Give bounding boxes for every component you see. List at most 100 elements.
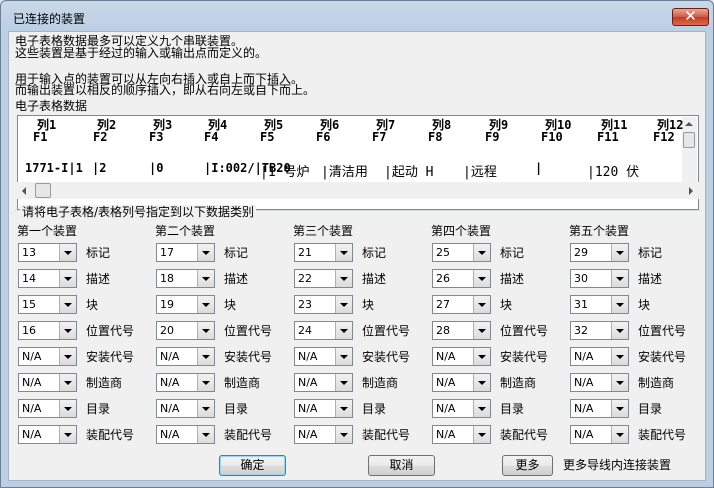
grid-cell[interactable]: |: [535, 161, 542, 175]
column-select[interactable]: 14: [18, 269, 77, 288]
column-select[interactable]: N/A: [156, 399, 215, 418]
scroll-left-icon[interactable]: [22, 187, 26, 195]
column-select[interactable]: 17: [156, 243, 215, 262]
chevron-down-icon[interactable]: [197, 400, 214, 417]
chevron-down-icon[interactable]: [59, 348, 76, 365]
column-select[interactable]: N/A: [294, 347, 353, 366]
column-select[interactable]: 25: [432, 243, 491, 262]
column-select[interactable]: 26: [432, 269, 491, 288]
chevron-down-icon[interactable]: [335, 244, 352, 261]
column-select[interactable]: N/A: [18, 347, 77, 366]
vertical-scrollbar[interactable]: [682, 117, 697, 192]
grid-cell[interactable]: |2: [92, 161, 106, 175]
column-select[interactable]: 31: [570, 295, 629, 314]
chevron-down-icon[interactable]: [473, 426, 490, 443]
chevron-down-icon[interactable]: [611, 322, 628, 339]
column-select[interactable]: 16: [18, 321, 77, 340]
chevron-down-icon[interactable]: [197, 348, 214, 365]
chevron-down-icon[interactable]: [197, 270, 214, 287]
chevron-down-icon[interactable]: [611, 374, 628, 391]
column-select[interactable]: N/A: [432, 425, 491, 444]
chevron-down-icon[interactable]: [335, 270, 352, 287]
chevron-down-icon[interactable]: [473, 374, 490, 391]
chevron-down-icon[interactable]: [59, 322, 76, 339]
chevron-down-icon[interactable]: [335, 296, 352, 313]
ok-button[interactable]: 确定: [219, 455, 286, 476]
chevron-down-icon[interactable]: [59, 296, 76, 313]
column-select[interactable]: 30: [570, 269, 629, 288]
close-button[interactable]: ✕: [672, 7, 709, 26]
column-select[interactable]: N/A: [18, 425, 77, 444]
column-select[interactable]: 24: [294, 321, 353, 340]
chevron-down-icon[interactable]: [611, 270, 628, 287]
column-select[interactable]: 32: [570, 321, 629, 340]
chevron-down-icon[interactable]: [611, 400, 628, 417]
grid-cell[interactable]: |1 号炉: [260, 161, 309, 180]
column-select[interactable]: 28: [432, 321, 491, 340]
vertical-scroll-thumb[interactable]: [683, 132, 695, 148]
scroll-right-icon[interactable]: [689, 187, 693, 195]
cancel-button[interactable]: 取消: [368, 455, 435, 476]
column-select[interactable]: N/A: [432, 373, 491, 392]
more-button[interactable]: 更多: [502, 455, 553, 476]
chevron-down-icon[interactable]: [473, 296, 490, 313]
column-select[interactable]: N/A: [432, 399, 491, 418]
chevron-down-icon[interactable]: [335, 374, 352, 391]
chevron-down-icon[interactable]: [335, 426, 352, 443]
column-select[interactable]: N/A: [18, 373, 77, 392]
chevron-down-icon[interactable]: [335, 322, 352, 339]
grid-cell[interactable]: |清洁用: [321, 161, 368, 180]
title-bar[interactable]: 已连接的装置 ✕: [1, 1, 713, 31]
chevron-down-icon[interactable]: [197, 244, 214, 261]
column-select[interactable]: N/A: [294, 399, 353, 418]
column-select[interactable]: N/A: [156, 373, 215, 392]
column-select[interactable]: N/A: [570, 347, 629, 366]
column-select[interactable]: N/A: [156, 347, 215, 366]
chevron-down-icon[interactable]: [59, 426, 76, 443]
column-select[interactable]: 29: [570, 243, 629, 262]
column-select[interactable]: 18: [156, 269, 215, 288]
column-select[interactable]: N/A: [18, 399, 77, 418]
grid-cell[interactable]: 1771-I|1: [25, 161, 83, 175]
column-select[interactable]: 22: [294, 269, 353, 288]
chevron-down-icon[interactable]: [59, 374, 76, 391]
column-select[interactable]: N/A: [570, 399, 629, 418]
column-select[interactable]: 15: [18, 295, 77, 314]
column-select[interactable]: N/A: [432, 347, 491, 366]
chevron-down-icon[interactable]: [59, 270, 76, 287]
column-select[interactable]: N/A: [570, 373, 629, 392]
horizontal-scroll-thumb[interactable]: [35, 183, 51, 198]
column-select[interactable]: 13: [18, 243, 77, 262]
chevron-down-icon[interactable]: [335, 400, 352, 417]
chevron-down-icon[interactable]: [335, 348, 352, 365]
chevron-down-icon[interactable]: [473, 244, 490, 261]
column-select[interactable]: 20: [156, 321, 215, 340]
column-select[interactable]: 21: [294, 243, 353, 262]
chevron-down-icon[interactable]: [197, 426, 214, 443]
grid-cell[interactable]: |起动 H: [384, 161, 433, 180]
chevron-down-icon[interactable]: [611, 426, 628, 443]
chevron-down-icon[interactable]: [473, 322, 490, 339]
chevron-down-icon[interactable]: [197, 322, 214, 339]
column-select[interactable]: N/A: [570, 425, 629, 444]
chevron-down-icon[interactable]: [473, 400, 490, 417]
column-select[interactable]: 27: [432, 295, 491, 314]
column-select[interactable]: N/A: [156, 425, 215, 444]
horizontal-scrollbar[interactable]: [17, 182, 699, 199]
chevron-down-icon[interactable]: [473, 348, 490, 365]
chevron-down-icon[interactable]: [197, 374, 214, 391]
column-select[interactable]: N/A: [294, 373, 353, 392]
chevron-down-icon[interactable]: [59, 244, 76, 261]
column-select[interactable]: 19: [156, 295, 215, 314]
chevron-down-icon[interactable]: [59, 400, 76, 417]
chevron-down-icon[interactable]: [197, 296, 214, 313]
column-select[interactable]: N/A: [294, 425, 353, 444]
scroll-up-icon[interactable]: [685, 122, 693, 126]
grid-cell[interactable]: |0: [149, 161, 163, 175]
chevron-down-icon[interactable]: [473, 270, 490, 287]
grid-cell[interactable]: |远程: [463, 161, 497, 180]
column-select[interactable]: 23: [294, 295, 353, 314]
grid-cell[interactable]: |120 伏: [587, 161, 639, 180]
chevron-down-icon[interactable]: [611, 348, 628, 365]
chevron-down-icon[interactable]: [611, 244, 628, 261]
